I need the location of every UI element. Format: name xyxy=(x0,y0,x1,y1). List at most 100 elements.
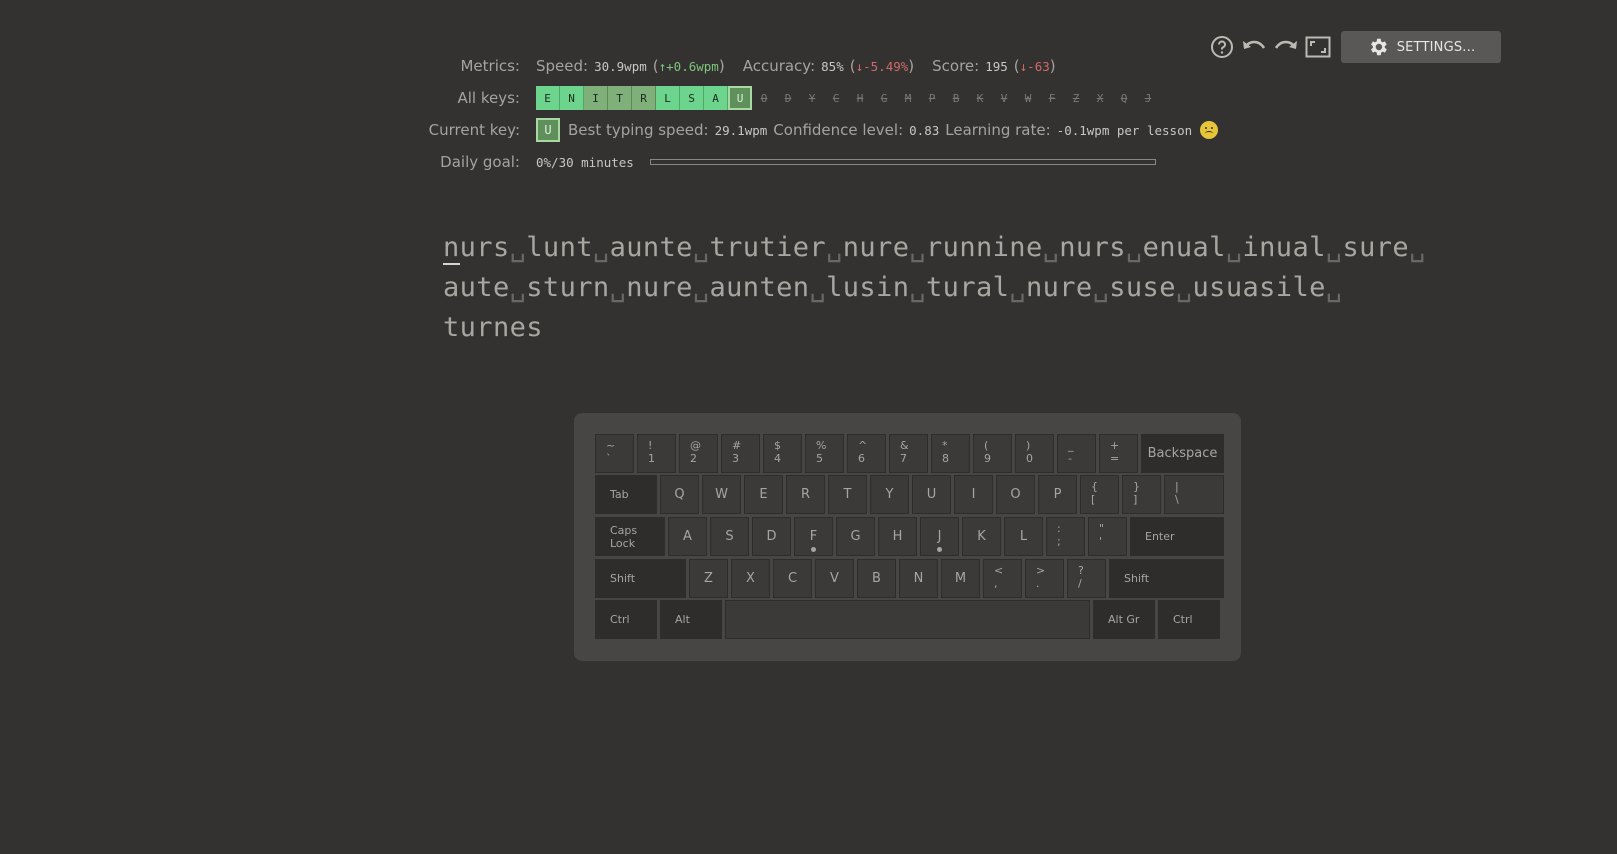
key-t[interactable]: T xyxy=(828,475,867,514)
key-stat-r[interactable]: R xyxy=(632,86,656,110)
key-stat-u[interactable]: U xyxy=(728,86,752,110)
key-stat-b[interactable]: B xyxy=(944,86,968,110)
key-stat-o[interactable]: O xyxy=(752,86,776,110)
key-j[interactable]: J xyxy=(920,517,959,556)
key-row1-1[interactable]: ! 1 xyxy=(637,434,676,473)
key-k[interactable]: K xyxy=(962,517,1001,556)
key-row1-2[interactable]: @2 xyxy=(679,434,718,473)
key-row2-sym-1[interactable]: }] xyxy=(1122,475,1161,514)
score-label: Score: xyxy=(932,57,980,75)
key-row1-4[interactable]: $4 xyxy=(763,434,802,473)
key-row4-sym-2[interactable]: ? / xyxy=(1067,559,1106,598)
key-row1-0[interactable]: ~ ` xyxy=(595,434,634,473)
key-stat-l[interactable]: L xyxy=(656,86,680,110)
key-shift-char: @ xyxy=(690,439,701,452)
key-row1-8[interactable]: * 8 xyxy=(931,434,970,473)
key-row1-9[interactable]: (9 xyxy=(973,434,1012,473)
key-stat-g[interactable]: G xyxy=(872,86,896,110)
key-stat-k[interactable]: K xyxy=(968,86,992,110)
key-c[interactable]: C xyxy=(773,559,812,598)
key-v[interactable]: V xyxy=(815,559,854,598)
key-shift-char: + xyxy=(1110,439,1120,452)
key-stat-z[interactable]: Z xyxy=(1064,86,1088,110)
key-stat-y[interactable]: Y xyxy=(800,86,824,110)
key-o[interactable]: O xyxy=(996,475,1035,514)
key-d[interactable]: D xyxy=(752,517,791,556)
key-e[interactable]: E xyxy=(744,475,783,514)
key-stat-n[interactable]: N xyxy=(560,86,584,110)
key-tab[interactable]: Tab xyxy=(595,475,657,514)
redo-icon[interactable] xyxy=(1273,34,1299,60)
key-row3-sym-0[interactable]: :; xyxy=(1046,517,1085,556)
key-enter[interactable]: Enter xyxy=(1130,517,1224,556)
current-key-badge[interactable]: U xyxy=(536,118,560,142)
key-backspace[interactable]: Backspace xyxy=(1141,434,1224,473)
key-row3-sym-1[interactable]: " ' xyxy=(1088,517,1127,556)
key-u[interactable]: U xyxy=(912,475,951,514)
key-ctrl-right[interactable]: Ctrl xyxy=(1158,600,1220,639)
key-row1-7[interactable]: & 7 xyxy=(889,434,928,473)
fullscreen-icon[interactable] xyxy=(1305,34,1331,60)
key-s[interactable]: S xyxy=(710,517,749,556)
key-stat-f[interactable]: F xyxy=(1040,86,1064,110)
lesson-word: nurs xyxy=(1059,232,1126,263)
key-row2-sym-0[interactable]: {[ xyxy=(1080,475,1119,514)
key-ctrl-left[interactable]: Ctrl xyxy=(595,600,657,639)
key-stat-m[interactable]: M xyxy=(896,86,920,110)
key-stat-w[interactable]: W xyxy=(1016,86,1040,110)
key-n[interactable]: N xyxy=(899,559,938,598)
key-stat-p[interactable]: P xyxy=(920,86,944,110)
key-stat-t[interactable]: T xyxy=(608,86,632,110)
key-x[interactable]: X xyxy=(731,559,770,598)
key-char: ` xyxy=(606,452,612,465)
key-g[interactable]: G xyxy=(836,517,875,556)
key-stat-i[interactable]: I xyxy=(584,86,608,110)
key-b[interactable]: B xyxy=(857,559,896,598)
key-a[interactable]: A xyxy=(668,517,707,556)
key-alt-gr[interactable]: Alt Gr xyxy=(1093,600,1155,639)
space-marker: ␣ xyxy=(609,272,627,303)
key-stat-d[interactable]: D xyxy=(776,86,800,110)
key-stat-v[interactable]: V xyxy=(992,86,1016,110)
key-stat-a[interactable]: A xyxy=(704,86,728,110)
key-shift-char: { xyxy=(1091,480,1098,493)
key-stat-j[interactable]: J xyxy=(1136,86,1160,110)
key-q[interactable]: Q xyxy=(660,475,699,514)
key-row4-sym-0[interactable]: <, xyxy=(983,559,1022,598)
key-r[interactable]: R xyxy=(786,475,825,514)
key-row4-sym-1[interactable]: >. xyxy=(1025,559,1064,598)
best-speed-label: Best typing speed: xyxy=(568,121,709,139)
key-h[interactable]: H xyxy=(878,517,917,556)
key-row1-3[interactable]: #3 xyxy=(721,434,760,473)
key-w[interactable]: W xyxy=(702,475,741,514)
lesson-text[interactable]: nurs␣lunt␣aunte␣trutier␣nure␣runnine␣nur… xyxy=(443,228,1425,348)
key-m[interactable]: M xyxy=(941,559,980,598)
key-row1-5[interactable]: % 5 xyxy=(805,434,844,473)
key-stat-s[interactable]: S xyxy=(680,86,704,110)
key-p[interactable]: P xyxy=(1038,475,1077,514)
key-row1-10[interactable]: ) 0 xyxy=(1015,434,1054,473)
key-row2-sym-2[interactable]: | \ xyxy=(1164,475,1224,514)
key-stat-h[interactable]: H xyxy=(848,86,872,110)
key-stat-e[interactable]: E xyxy=(536,86,560,110)
key-stat-c[interactable]: C xyxy=(824,86,848,110)
key-row1-12[interactable]: + = xyxy=(1099,434,1138,473)
key-char: 7 xyxy=(900,452,907,465)
key-f[interactable]: F xyxy=(794,517,833,556)
key-z[interactable]: Z xyxy=(689,559,728,598)
key-l[interactable]: L xyxy=(1004,517,1043,556)
key-y[interactable]: Y xyxy=(870,475,909,514)
key-stat-q[interactable]: Q xyxy=(1112,86,1136,110)
key-alt[interactable]: Alt xyxy=(660,600,722,639)
key-i[interactable]: I xyxy=(954,475,993,514)
key-shift-right[interactable]: Shift xyxy=(1109,559,1224,598)
key-row1-6[interactable]: ^ 6 xyxy=(847,434,886,473)
key-caps-lock[interactable]: Caps Lock xyxy=(595,517,665,556)
key-label: Backspace xyxy=(1147,446,1218,461)
key-space[interactable] xyxy=(725,600,1090,639)
key-stat-x[interactable]: X xyxy=(1088,86,1112,110)
key-shift-left[interactable]: Shift xyxy=(595,559,686,598)
settings-button[interactable]: SETTINGS... xyxy=(1341,31,1501,63)
key-row1-11[interactable]: _ - xyxy=(1057,434,1096,473)
undo-icon[interactable] xyxy=(1241,34,1267,60)
